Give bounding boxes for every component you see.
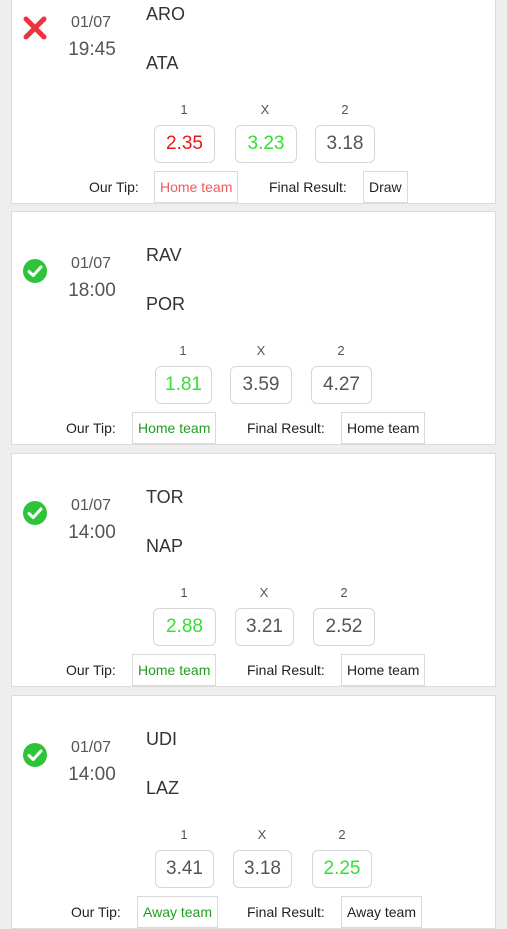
match-date: 01/07: [70, 497, 112, 514]
odds-header-home: 1: [180, 102, 188, 117]
away-team: POR: [146, 294, 186, 314]
result-label: Final Result:: [247, 904, 325, 920]
result-value: Draw: [363, 171, 408, 203]
match-date: 01/07: [70, 255, 112, 272]
match-card[interactable]: 01/07 14:00 UDI LAZ 1 X 2 3.41 3.18 2.25…: [11, 695, 496, 929]
odds-header-away: 2: [341, 102, 349, 117]
green-check-icon: [22, 500, 48, 526]
odds-header-draw: X: [257, 827, 267, 842]
result-label: Final Result:: [247, 662, 325, 678]
odds-header-home: 1: [180, 585, 188, 600]
odd-home[interactable]: 2.35: [154, 125, 215, 163]
green-check-icon: [22, 742, 48, 768]
odd-home[interactable]: 1.81: [155, 366, 212, 404]
tip-value: Home team: [154, 171, 239, 203]
away-team: LAZ: [146, 778, 180, 798]
tip-label: Our Tip:: [66, 662, 116, 678]
odd-draw[interactable]: 3.59: [230, 366, 292, 404]
match-card[interactable]: 01/07 14:00 TOR NAP 1 X 2 2.88 3.21 2.52…: [11, 453, 496, 687]
odds-header-away: 2: [337, 343, 345, 358]
tip-label: Our Tip:: [71, 904, 121, 920]
result-label: Final Result:: [247, 420, 325, 436]
odds-header-away: 2: [340, 585, 348, 600]
away-team: ATA: [146, 53, 179, 73]
odds-header-home: 1: [179, 343, 187, 358]
match-time: 14:00: [68, 522, 116, 543]
odd-draw[interactable]: 3.21: [235, 608, 294, 646]
odds-header-draw: X: [260, 102, 270, 117]
odds-header-draw: X: [256, 343, 266, 358]
odds-header-home: 1: [180, 827, 188, 842]
odds-header-away: 2: [338, 827, 346, 842]
odd-away[interactable]: 2.52: [313, 608, 375, 646]
home-team: ARO: [146, 4, 186, 24]
away-team: NAP: [146, 536, 184, 556]
green-check-icon: [22, 258, 48, 284]
odd-home[interactable]: 3.41: [155, 850, 214, 888]
match-date: 01/07: [70, 739, 112, 756]
match-time: 19:45: [68, 39, 116, 60]
match-card[interactable]: 01/07 18:00 RAV POR 1 X 2 1.81 3.59 4.27…: [11, 211, 496, 445]
match-date: 01/07: [70, 14, 112, 31]
home-team: TOR: [146, 487, 184, 507]
tip-value: Home team: [132, 654, 217, 686]
odd-draw[interactable]: 3.18: [233, 850, 292, 888]
result-value: Home team: [341, 654, 426, 686]
red-x-icon: [22, 15, 48, 41]
tip-label: Our Tip:: [66, 420, 116, 436]
match-time: 18:00: [68, 280, 116, 301]
odd-away[interactable]: 4.27: [311, 366, 372, 404]
odd-draw[interactable]: 3.23: [235, 125, 297, 163]
tip-value: Home team: [132, 412, 217, 444]
match-card[interactable]: 01/07 19:45 ARO ATA 1 X 2 2.35 3.23 3.18…: [11, 0, 496, 204]
result-label: Final Result:: [269, 179, 347, 195]
result-value: Home team: [341, 412, 426, 444]
tip-value: Away team: [137, 896, 218, 928]
odd-home[interactable]: 2.88: [153, 608, 216, 646]
tip-label: Our Tip:: [89, 179, 139, 195]
result-value: Away team: [341, 896, 422, 928]
match-time: 14:00: [68, 764, 116, 785]
odd-away[interactable]: 3.18: [315, 125, 375, 163]
odd-away[interactable]: 2.25: [312, 850, 372, 888]
home-team: RAV: [146, 245, 182, 265]
odds-header-draw: X: [259, 585, 269, 600]
home-team: UDI: [146, 729, 177, 749]
